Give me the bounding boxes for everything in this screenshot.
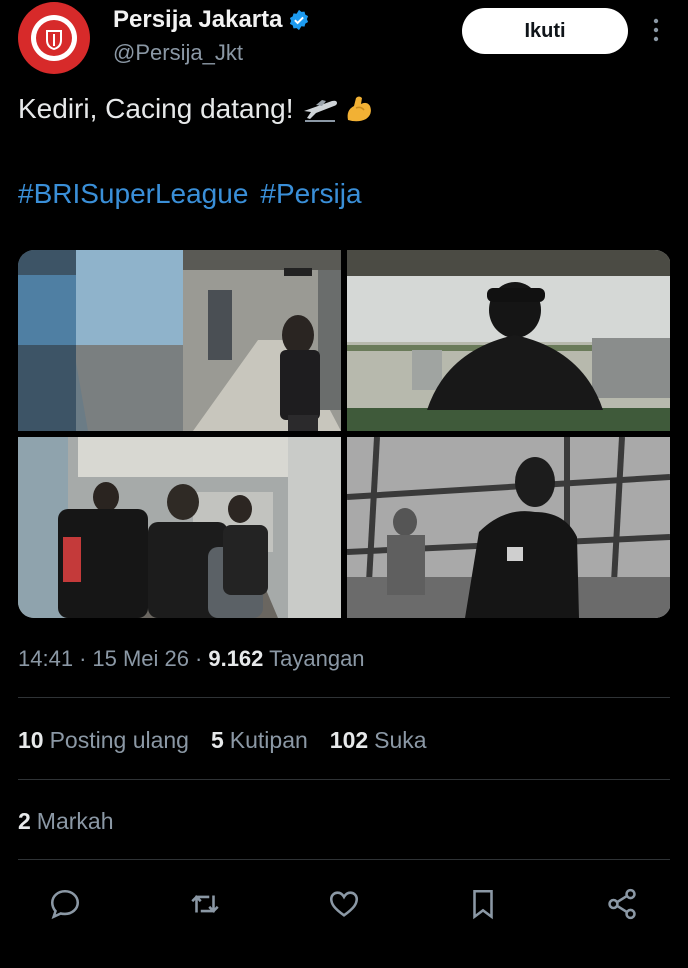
tweet-meta: 14:41 · 15 Mei 26 · 9.162 Tayangan xyxy=(18,646,365,672)
like-button[interactable] xyxy=(324,884,364,924)
tweet-header: Persija Jakarta @Persija_Jkt Ikuti xyxy=(0,0,688,80)
flexed-biceps-icon xyxy=(347,96,371,122)
bookmarks-stat[interactable]: 2 Markah xyxy=(18,808,114,835)
display-name[interactable]: Persija Jakarta xyxy=(113,6,282,34)
share-button[interactable] xyxy=(602,884,642,924)
reply-icon xyxy=(50,889,80,920)
separator-dot: · xyxy=(79,646,87,671)
tweet-text: Kediri, Cacing datang! xyxy=(18,93,374,125)
media-photo-1[interactable] xyxy=(18,250,341,431)
account-handle[interactable]: @Persija_Jkt xyxy=(113,40,243,66)
separator-dot: · xyxy=(195,646,203,671)
verified-badge-icon xyxy=(290,9,309,31)
divider xyxy=(18,779,670,780)
tweet-time[interactable]: 14:41 xyxy=(18,646,73,672)
action-bar xyxy=(0,880,688,930)
views-label: Tayangan xyxy=(269,646,365,671)
more-options-icon[interactable] xyxy=(648,16,664,44)
likes-stat[interactable]: 102 Suka xyxy=(330,727,427,754)
tweet-body: Kediri, Cacing datang! xyxy=(18,93,294,124)
persija-crest-icon xyxy=(31,15,77,61)
bookmark-icon xyxy=(473,889,493,920)
views-count: 9.162 xyxy=(208,646,264,671)
tweet-date[interactable]: 15 Mei 26 xyxy=(92,646,189,672)
hashtag-row: #BRISuperLeague #Persija xyxy=(18,178,362,210)
avatar[interactable] xyxy=(18,2,90,74)
reply-button[interactable] xyxy=(45,884,85,924)
divider xyxy=(18,697,670,698)
engagement-stats: 10 Posting ulang 5 Kutipan 102 Suka xyxy=(18,727,427,754)
quotes-stat[interactable]: 5 Kutipan xyxy=(211,727,308,754)
divider xyxy=(18,859,670,860)
follow-button[interactable]: Ikuti xyxy=(462,8,628,54)
repost-button[interactable] xyxy=(185,884,225,924)
media-grid xyxy=(18,250,671,618)
airplane-departure-icon xyxy=(303,100,337,122)
media-photo-2[interactable] xyxy=(347,250,670,431)
bookmark-button[interactable] xyxy=(463,884,503,924)
hashtag-link[interactable]: #Persija xyxy=(260,178,361,210)
share-icon xyxy=(608,888,636,920)
media-photo-4[interactable] xyxy=(347,437,670,618)
heart-icon xyxy=(329,891,359,917)
hashtag-link[interactable]: #BRISuperLeague xyxy=(18,178,248,210)
reposts-stat[interactable]: 10 Posting ulang xyxy=(18,727,189,754)
repost-icon xyxy=(191,895,219,913)
media-photo-3[interactable] xyxy=(18,437,341,618)
